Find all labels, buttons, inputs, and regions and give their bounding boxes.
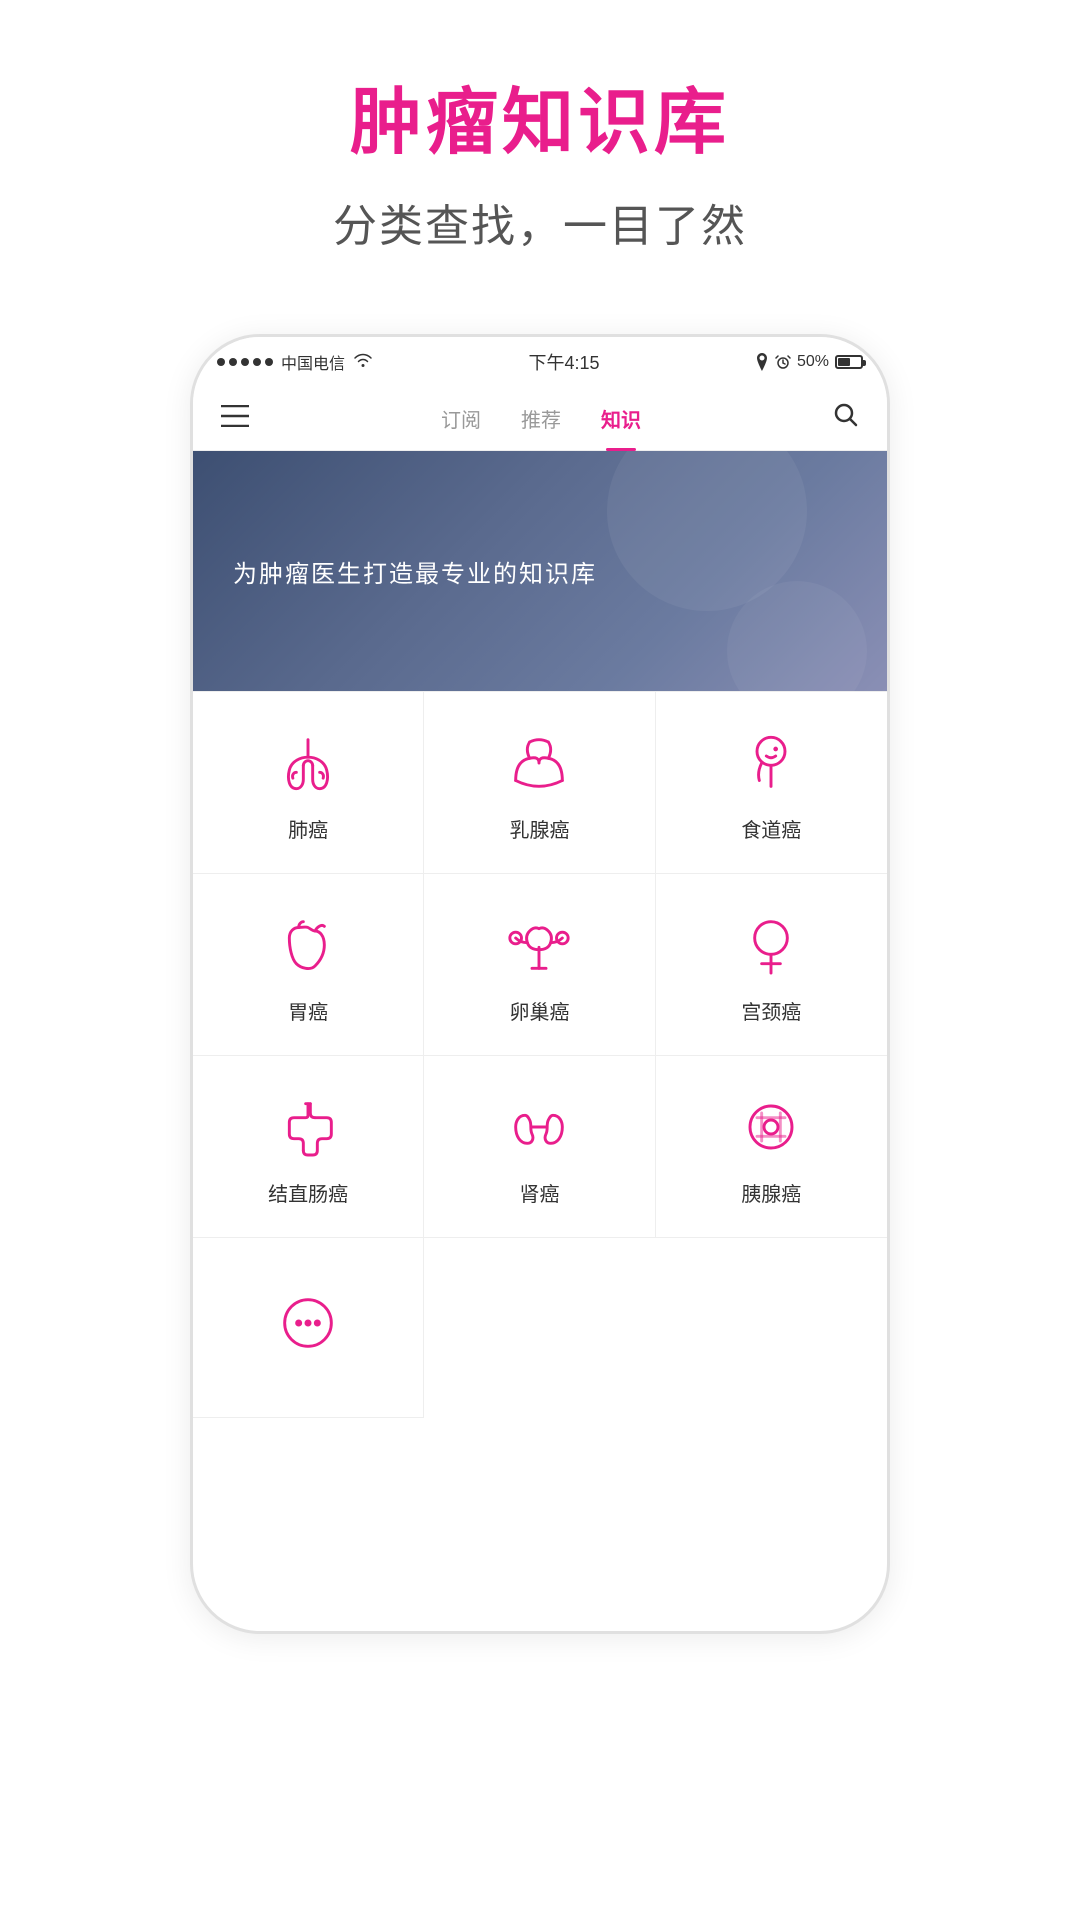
ovary-label: 卵巢癌: [509, 996, 569, 1025]
page-title: 肿瘤知识库: [333, 80, 747, 166]
page-subtitle: 分类查找，一目了然: [333, 190, 747, 254]
grid-item-pancreas[interactable]: 胰腺癌: [656, 1056, 887, 1238]
menu-button[interactable]: [213, 395, 257, 442]
kidney-label: 肾癌: [519, 1178, 559, 1207]
battery-icon: [835, 355, 863, 369]
esophagus-icon: [736, 728, 806, 798]
tab-subscribe[interactable]: 订阅: [421, 396, 501, 441]
breast-icon: [504, 728, 574, 798]
grid-item-esophagus[interactable]: 食道癌: [656, 692, 887, 874]
status-left: 中国电信: [217, 350, 373, 374]
page-header: 肿瘤知识库 分类查找，一目了然: [333, 80, 747, 254]
esophagus-label: 食道癌: [741, 814, 801, 843]
grid-item-ovary[interactable]: 卵巢癌: [424, 874, 655, 1056]
wifi-icon: [353, 352, 373, 373]
banner: 为肿瘤医生打造最专业的知识库: [193, 451, 887, 691]
grid-item-kidney[interactable]: 肾癌: [424, 1056, 655, 1238]
status-time: 下午4:15: [528, 349, 599, 375]
phone-frame: 中国电信 下午4:15: [190, 334, 890, 1634]
kidney-icon: [504, 1092, 574, 1162]
phone-wrapper: 中国电信 下午4:15: [190, 334, 890, 1634]
status-right: 50%: [755, 353, 863, 371]
nav-tabs: 订阅 推荐 知识: [421, 396, 661, 441]
tab-knowledge[interactable]: 知识: [581, 396, 661, 441]
status-bar: 中国电信 下午4:15: [193, 337, 887, 387]
ovary-icon: [504, 910, 574, 980]
search-button[interactable]: [825, 394, 867, 443]
colon-label: 结直肠癌: [268, 1178, 348, 1207]
tab-recommend[interactable]: 推荐: [501, 396, 581, 441]
cervix-icon: [736, 910, 806, 980]
nav-bar: 订阅 推荐 知识: [193, 387, 887, 451]
battery-percent: 50%: [797, 353, 829, 371]
colon-icon: [273, 1092, 343, 1162]
grid-item-breast[interactable]: 乳腺癌: [424, 692, 655, 874]
breast-label: 乳腺癌: [509, 814, 569, 843]
grid-item-lung[interactable]: 肺癌: [193, 692, 424, 874]
cancer-grid: 肺癌 乳腺癌: [193, 691, 887, 1418]
more-icon: [273, 1288, 343, 1358]
pancreas-label: 胰腺癌: [741, 1178, 801, 1207]
grid-item-stomach[interactable]: 胃癌: [193, 874, 424, 1056]
grid-item-cervix[interactable]: 宫颈癌: [656, 874, 887, 1056]
carrier: 中国电信: [281, 350, 345, 374]
location-icon: [755, 353, 769, 371]
lung-icon: [273, 728, 343, 798]
stomach-icon: [273, 910, 343, 980]
banner-text: 为肿瘤医生打造最专业的知识库: [233, 554, 597, 589]
grid-item-colon[interactable]: 结直肠癌: [193, 1056, 424, 1238]
lung-label: 肺癌: [288, 814, 328, 843]
pancreas-icon: [736, 1092, 806, 1162]
stomach-label: 胃癌: [288, 996, 328, 1025]
alarm-icon: [775, 354, 791, 370]
signal-dots: [217, 358, 273, 366]
grid-item-more[interactable]: [193, 1238, 424, 1418]
cervix-label: 宫颈癌: [741, 996, 801, 1025]
